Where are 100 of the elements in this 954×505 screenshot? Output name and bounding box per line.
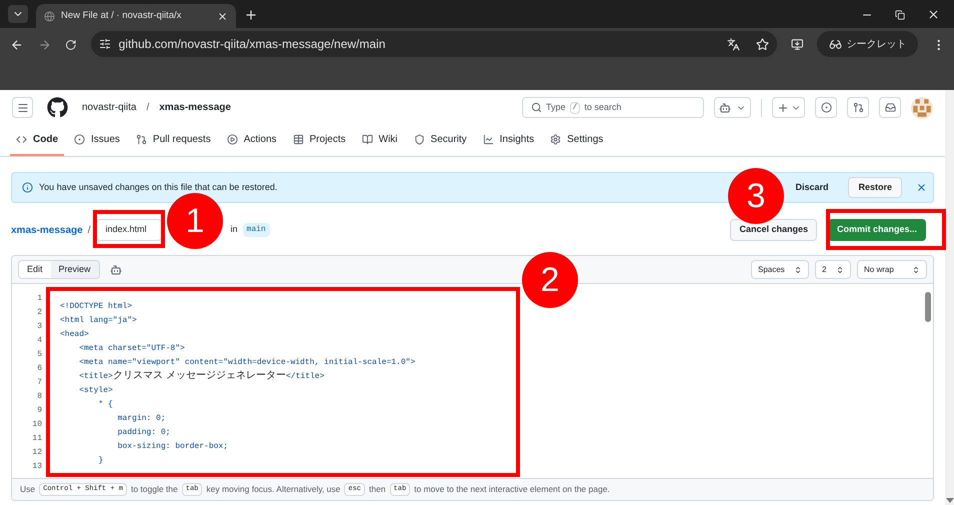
wrap-mode-select[interactable]: No wrap bbox=[857, 260, 927, 279]
repo-tab[interactable]: Code bbox=[10, 125, 64, 156]
line-number: 10 bbox=[32, 419, 42, 431]
indent-mode-select[interactable]: Spaces bbox=[751, 260, 809, 279]
repo-link[interactable]: xmas-message bbox=[11, 222, 83, 238]
incognito-badge[interactable]: シークレット bbox=[817, 31, 918, 57]
repo-tab[interactable]: Wiki bbox=[356, 125, 404, 156]
cancel-changes-button[interactable]: Cancel changes bbox=[730, 219, 817, 241]
inbox-button[interactable] bbox=[879, 97, 901, 118]
settings-icon bbox=[550, 134, 562, 145]
line-number: 1 bbox=[37, 293, 42, 305]
select-arrows-icon bbox=[836, 266, 844, 274]
line-number: 13 bbox=[32, 461, 42, 473]
install-icon[interactable] bbox=[790, 38, 804, 51]
code-icon bbox=[16, 134, 27, 145]
tab-list-button[interactable] bbox=[8, 5, 28, 23]
github-logo-icon[interactable] bbox=[47, 97, 68, 118]
issue-icon bbox=[820, 102, 832, 113]
site-info-icon bbox=[98, 38, 111, 50]
repo-link[interactable]: xmas-message bbox=[159, 100, 231, 115]
indent-size-select[interactable]: 2 bbox=[815, 260, 851, 279]
close-icon[interactable] bbox=[927, 8, 940, 21]
callout-badge: 2 bbox=[522, 252, 578, 308]
callout-badge: 3 bbox=[728, 168, 784, 224]
pull-request-icon bbox=[136, 134, 147, 145]
select-arrows-icon bbox=[912, 266, 920, 274]
repo-tab[interactable]: Actions bbox=[220, 125, 283, 156]
line-number: 9 bbox=[37, 405, 42, 417]
repo-tab[interactable]: Settings bbox=[544, 125, 610, 156]
shield-icon bbox=[414, 134, 425, 145]
code-line: * { bbox=[97, 400, 113, 409]
editor-tab[interactable]: Edit bbox=[19, 261, 51, 278]
callout-badge: 1 bbox=[167, 193, 223, 249]
search-field[interactable]: Type / to search bbox=[522, 97, 704, 118]
repo-tab[interactable]: Pull requests bbox=[130, 125, 217, 156]
create-button[interactable] bbox=[772, 97, 805, 118]
menu-button[interactable] bbox=[12, 97, 33, 118]
code-line: } bbox=[97, 456, 104, 465]
code-line: <head> bbox=[60, 330, 89, 339]
code-line: margin: 0; bbox=[116, 414, 166, 423]
copilot-icon bbox=[719, 102, 731, 114]
back-icon[interactable] bbox=[10, 38, 24, 52]
hint-text: then bbox=[369, 483, 386, 496]
pull-requests-button[interactable] bbox=[847, 97, 869, 118]
repo-tab[interactable]: Issues bbox=[68, 125, 126, 156]
path-separator: / bbox=[88, 224, 90, 238]
repo-tab[interactable]: Security bbox=[408, 125, 473, 156]
code-line: padding: 0; bbox=[116, 428, 170, 437]
code-line: <style> bbox=[78, 386, 113, 395]
select-arrows-icon bbox=[794, 266, 802, 274]
filename-field[interactable]: index.html bbox=[96, 219, 162, 241]
banner-message: You have unsaved changes on this file that can be restored. bbox=[39, 180, 278, 194]
hint-text: to toggle the bbox=[130, 483, 178, 496]
editor-tab[interactable]: Preview bbox=[50, 261, 99, 278]
line-number: 7 bbox=[37, 377, 42, 389]
repo-tab[interactable]: Insights bbox=[476, 125, 540, 156]
code-line: <meta name="viewport" content="width=device-width, initial-scale=1.0"> bbox=[78, 358, 416, 367]
issue-icon bbox=[74, 134, 85, 145]
restore-icon[interactable] bbox=[895, 10, 905, 20]
scroll-down-icon[interactable] bbox=[946, 498, 954, 503]
search-icon bbox=[531, 102, 542, 113]
highlight-frame bbox=[93, 210, 165, 248]
discard-button[interactable]: Discard bbox=[793, 177, 830, 198]
line-number: 8 bbox=[37, 391, 42, 403]
code-line: <html lang="ja"> bbox=[60, 316, 137, 325]
browser-tab[interactable]: New File at / · novastr-qiita/x bbox=[36, 4, 236, 28]
star-icon bbox=[756, 38, 769, 50]
hint-text: to move to the next interactive element on the page. bbox=[414, 483, 610, 496]
info-icon bbox=[22, 182, 33, 193]
table-icon bbox=[292, 134, 304, 145]
line-number: 11 bbox=[32, 433, 42, 445]
translate-icon bbox=[726, 38, 740, 50]
owner-link[interactable]: novastr-qiita bbox=[82, 100, 136, 115]
book-icon bbox=[362, 134, 373, 145]
new-tab-icon[interactable] bbox=[244, 8, 258, 22]
plus-icon bbox=[776, 102, 788, 114]
line-number: 4 bbox=[37, 335, 42, 347]
forward-icon[interactable] bbox=[38, 38, 52, 52]
copilot-icon[interactable] bbox=[110, 264, 122, 276]
code-line: <!DOCTYPE html> bbox=[60, 302, 132, 311]
restore-button[interactable]: Restore bbox=[848, 177, 902, 198]
copilot-button[interactable] bbox=[714, 97, 751, 118]
branch-label[interactable]: main bbox=[242, 223, 270, 237]
inbox-icon bbox=[884, 102, 896, 113]
line-number: 3 bbox=[37, 321, 42, 333]
repo-tab[interactable]: Projects bbox=[286, 125, 352, 156]
code-line: box-sizing: border-box; bbox=[116, 442, 228, 451]
play-icon bbox=[226, 134, 238, 145]
issues-button[interactable] bbox=[815, 97, 837, 118]
address-field[interactable]: github.com/novastr-qiita/xmas-message/new/main bbox=[90, 31, 777, 57]
path-separator: / bbox=[146, 101, 150, 115]
avatar-icon[interactable] bbox=[911, 96, 933, 118]
in-label: in bbox=[230, 223, 238, 236]
scrollbar-thumb[interactable] bbox=[925, 292, 931, 322]
commit-changes-button[interactable]: Commit changes... bbox=[828, 219, 926, 241]
reload-icon[interactable] bbox=[65, 39, 77, 51]
line-number: 2 bbox=[37, 307, 42, 319]
hint-text: key moving focus. Alternatively, use bbox=[206, 483, 340, 496]
menu-icon bbox=[16, 102, 28, 114]
code-line: <meta charset="UTF-8"> bbox=[78, 344, 185, 353]
